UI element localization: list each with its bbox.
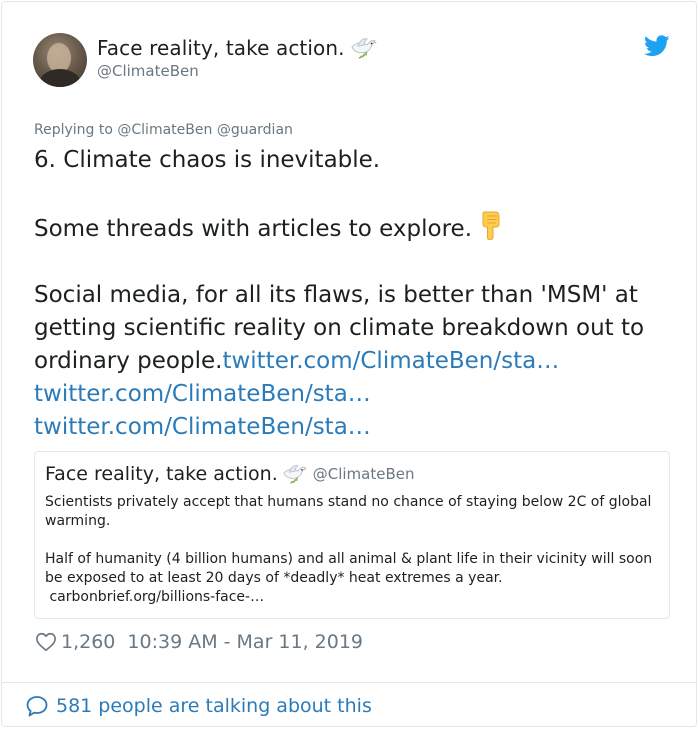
replying-to-line: Replying to @ClimateBen @guardian <box>34 122 293 138</box>
dove-of-peace-icon <box>283 465 307 484</box>
tweet-body: 6. Climate chaos is inevitable. Some thr… <box>34 144 674 444</box>
backhand-index-pointing-down-icon <box>482 211 500 240</box>
embedded-tweet-card: Face reality, take action. @ClimateBen R… <box>1 1 697 727</box>
heart-icon[interactable] <box>35 631 57 653</box>
conversation-link[interactable]: 581 people are talking about this <box>25 694 372 718</box>
speech-bubble-icon <box>26 696 48 717</box>
quoted-author-handle: @ClimateBen <box>312 465 415 483</box>
quoted-author-display-name: Face reality, take action. <box>45 463 278 485</box>
avatar[interactable] <box>33 33 87 87</box>
tweet-line-2-text: Some threads with articles to explore. <box>34 216 472 242</box>
author-name-row[interactable]: Face reality, take action. <box>97 35 377 61</box>
conversation-label[interactable]: 581 people are talking about this <box>56 695 372 717</box>
replying-to-prefix: Replying to <box>34 122 113 138</box>
like-count[interactable]: 1,260 <box>61 631 115 653</box>
quoted-link: carbonbrief.org/billions-face-… <box>45 588 657 607</box>
quoted-tweet-header: Face reality, take action. @ClimateBen <box>45 462 414 486</box>
author-display-name[interactable]: Face reality, take action. <box>97 36 345 60</box>
tweet-timestamp[interactable]: 10:39 AM - Mar 11, 2019 <box>127 631 363 653</box>
quoted-link-text: carbonbrief.org/billions-face-… <box>49 589 265 605</box>
tweet-link-1[interactable]: twitter.com/ClimateBen/sta… <box>222 348 559 374</box>
twitter-bird-icon[interactable] <box>644 35 670 57</box>
dove-of-peace-icon <box>350 38 377 59</box>
footer-divider <box>2 682 696 683</box>
quoted-tweet[interactable]: Face reality, take action. @ClimateBen S… <box>34 451 670 619</box>
tweet-link-2[interactable]: twitter.com/ClimateBen/sta… <box>34 381 371 407</box>
reply-mention-guardian[interactable]: @guardian <box>217 122 293 138</box>
tweet-line-1: 6. Climate chaos is inevitable. <box>34 147 381 173</box>
quoted-paragraph-2: Half of humanity (4 billion humans) and … <box>45 551 653 586</box>
quoted-tweet-text: Scientists privately accept that humans … <box>45 493 657 607</box>
quoted-paragraph-1: Scientists privately accept that humans … <box>45 494 652 529</box>
tweet-line-3: Social media, for all its flaws, is bett… <box>34 279 674 444</box>
author-handle[interactable]: @ClimateBen <box>97 62 199 80</box>
tweet-link-3[interactable]: twitter.com/ClimateBen/sta… <box>34 414 371 440</box>
reply-mention-climateben[interactable]: @ClimateBen <box>117 122 212 138</box>
tweet-line-2: Some threads with articles to explore. <box>34 210 674 246</box>
tweet-meta: 1,260 10:39 AM - Mar 11, 2019 <box>35 631 363 653</box>
